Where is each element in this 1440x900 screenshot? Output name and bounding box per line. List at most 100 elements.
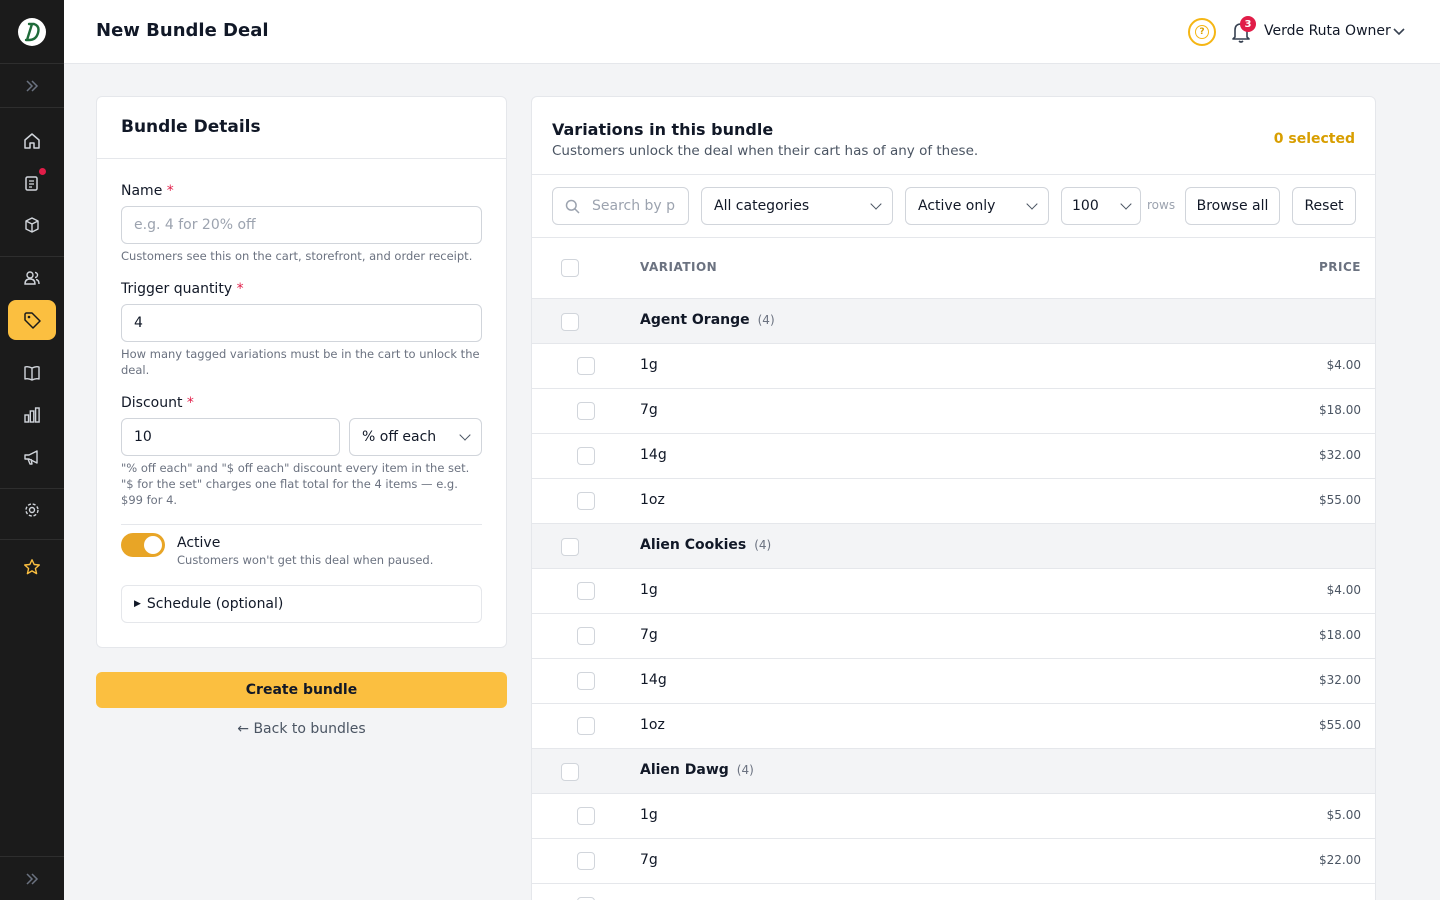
logo-icon <box>18 17 46 46</box>
chevron-down-icon <box>1120 198 1132 210</box>
page-title: New Bundle Deal <box>96 20 269 41</box>
sidebar-item-favorites[interactable] <box>8 547 56 587</box>
trigger-quantity-help: How many tagged variations must be in th… <box>121 347 480 377</box>
sidebar-item-products[interactable] <box>8 205 56 245</box>
status-filter-select[interactable]: Active only <box>905 187 1049 225</box>
sidebar-item-home[interactable] <box>8 121 56 161</box>
variation-checkbox[interactable] <box>577 582 595 600</box>
expand-sidebar-button[interactable] <box>0 64 64 108</box>
name-input[interactable]: e.g. 4 for 20% off <box>121 206 482 244</box>
create-bundle-button[interactable]: Create bundle <box>96 672 507 708</box>
group-count: (4) <box>754 538 772 552</box>
toggle-knob <box>144 536 162 554</box>
status-filter-value: Active only <box>918 198 996 214</box>
variation-checkbox[interactable] <box>577 852 595 870</box>
name-label: Name * <box>121 183 174 199</box>
group-name: Alien Dawg (4) <box>640 762 754 778</box>
column-header-variation: VARIATION <box>640 260 718 274</box>
variation-checkbox[interactable] <box>577 447 595 465</box>
group-checkbox[interactable] <box>561 313 579 331</box>
collapse-sidebar-button[interactable] <box>0 856 64 900</box>
box-icon <box>25 217 39 233</box>
group-checkbox[interactable] <box>561 538 579 556</box>
book-open-icon <box>24 365 40 381</box>
back-to-bundles-link[interactable]: ← Back to bundles <box>96 721 507 737</box>
sidebar-item-customers[interactable] <box>8 258 56 298</box>
category-filter-select[interactable]: All categories <box>701 187 893 225</box>
active-toggle[interactable] <box>121 533 165 557</box>
help-button[interactable]: ? <box>1188 18 1216 46</box>
variation-size: 1g <box>640 582 658 598</box>
variation-row[interactable]: 1oz $55.00 <box>532 479 1375 524</box>
sidebar-item-marketing[interactable] <box>8 437 56 477</box>
sidebar-item-guide[interactable] <box>8 353 56 393</box>
variation-checkbox[interactable] <box>577 627 595 645</box>
variation-size: 1oz <box>640 717 665 733</box>
bar-chart-icon <box>24 407 40 423</box>
trigger-quantity-input[interactable]: 4 <box>121 304 482 342</box>
schedule-disclosure[interactable]: ▶ Schedule (optional) <box>121 585 482 623</box>
sidebar-item-settings[interactable] <box>8 490 56 530</box>
chevron-down-icon[interactable] <box>1392 25 1406 39</box>
variation-row[interactable]: 14g $32.00 <box>532 434 1375 479</box>
variation-row[interactable]: 7g $18.00 <box>532 389 1375 434</box>
variation-price: $5.00 <box>1326 808 1361 822</box>
rows-per-page-select[interactable]: 100 <box>1061 187 1141 225</box>
variation-row[interactable]: 1g $4.00 <box>532 344 1375 389</box>
group-row[interactable]: Alien Cookies (4) <box>532 524 1375 569</box>
variation-checkbox[interactable] <box>577 492 595 510</box>
variation-row[interactable]: 1g $5.00 <box>532 794 1375 839</box>
rows-label: rows <box>1147 198 1176 212</box>
notification-dot <box>39 168 46 175</box>
select-all-checkbox[interactable] <box>561 259 579 277</box>
discount-value-input[interactable]: 10 <box>121 418 340 456</box>
variation-row[interactable]: 1g $4.00 <box>532 569 1375 614</box>
column-header-price: PRICE <box>1318 260 1361 274</box>
discount-type-select[interactable]: % off each <box>349 418 482 456</box>
notification-badge: 3 <box>1240 16 1256 32</box>
search-icon <box>565 199 580 214</box>
double-chevron-right-icon <box>26 79 39 92</box>
name-help: Customers see this on the cart, storefro… <box>121 249 473 263</box>
user-menu[interactable]: Verde Ruta Owner <box>1264 23 1391 39</box>
double-chevron-right-icon <box>26 872 39 885</box>
variation-row[interactable]: 7g $22.00 <box>532 839 1375 884</box>
variation-checkbox[interactable] <box>577 402 595 420</box>
variation-checkbox[interactable] <box>577 717 595 735</box>
variation-row[interactable]: 1oz $55.00 <box>532 704 1375 749</box>
variation-checkbox[interactable] <box>577 357 595 375</box>
sidebar <box>0 0 64 900</box>
sidebar-item-orders[interactable] <box>8 163 56 203</box>
group-checkbox[interactable] <box>561 763 579 781</box>
group-row[interactable]: Alien Dawg (4) <box>532 749 1375 794</box>
sidebar-item-reports[interactable] <box>8 395 56 435</box>
table-header: VARIATION PRICE <box>532 238 1375 299</box>
variation-row[interactable] <box>532 884 1375 900</box>
search-input[interactable]: Search by p <box>552 187 689 225</box>
category-filter-value: All categories <box>714 198 810 214</box>
variation-checkbox[interactable] <box>577 807 595 825</box>
star-icon <box>24 559 40 575</box>
reset-button[interactable]: Reset <box>1292 187 1356 225</box>
browse-all-button[interactable]: Browse all <box>1185 187 1280 225</box>
group-row[interactable]: Agent Orange (4) <box>532 299 1375 344</box>
sidebar-item-deals[interactable] <box>8 300 56 340</box>
variation-row[interactable]: 14g $32.00 <box>532 659 1375 704</box>
variation-price: $4.00 <box>1326 358 1361 372</box>
active-label: Active <box>177 535 221 551</box>
variation-size: 1g <box>640 357 658 373</box>
variation-price: $55.00 <box>1319 493 1361 507</box>
help-icon: ? <box>1195 25 1209 39</box>
variation-price: $32.00 <box>1319 448 1361 462</box>
variation-price: $4.00 <box>1326 583 1361 597</box>
variation-price: $18.00 <box>1319 403 1361 417</box>
group-name: Agent Orange (4) <box>640 312 775 328</box>
variations-subtitle: Customers unlock the deal when their car… <box>552 143 979 159</box>
schedule-label: Schedule (optional) <box>146 596 284 612</box>
variation-size: 14g <box>640 672 667 688</box>
variation-price: $32.00 <box>1319 673 1361 687</box>
variation-checkbox[interactable] <box>577 672 595 690</box>
variation-row[interactable]: 7g $18.00 <box>532 614 1375 659</box>
app-logo[interactable] <box>0 0 64 64</box>
discount-label: Discount * <box>121 395 194 411</box>
